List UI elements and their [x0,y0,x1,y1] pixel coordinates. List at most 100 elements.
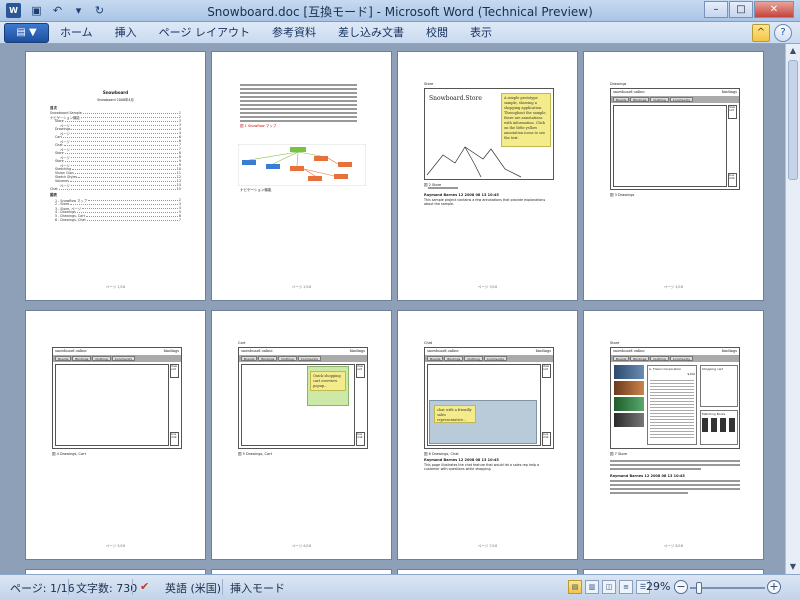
product-thumb [614,413,644,427]
title-bar: W ▣ ↶ ▾ ↻ Snowboard.doc [互換モード] - Micros… [0,0,800,22]
mockup-header: snowboard online bindings [427,349,551,353]
author-line: Raymond Barnes 12 2008 08 13 10:45 [610,474,685,478]
zoom-slider[interactable] [690,582,765,594]
zoom-slider-knob[interactable] [696,582,702,594]
insert-mode[interactable]: 挿入モード [230,580,285,596]
body-text: This sample project contains a few annot… [424,198,546,206]
zoom-out-button[interactable]: − [674,580,688,594]
scroll-thumb[interactable] [788,60,798,180]
tab-view[interactable]: 表示 [470,25,492,41]
mockup-header: snowboard online bindings [613,349,737,353]
store-mockup: snowboard online bindings Boards Bindings C… [52,347,182,449]
outline-view-icon[interactable]: ≡ [619,580,633,594]
flow-node [308,176,322,181]
figure-caption: 図 5 Drawings, Cart [238,452,272,456]
file-menu-button[interactable]: ▤ ▼ [4,23,49,43]
tab-insert[interactable]: 挿入 [115,25,137,41]
mockup-nav: Boards Bindings Clothing Community [611,355,739,362]
zoom-level[interactable]: 29% [646,580,670,593]
flow-node [290,166,304,171]
cart-popup: Quick shopping cart overview popup... [307,366,349,406]
web-layout-icon[interactable]: ◫ [602,580,616,594]
page-4[interactable]: Drawings snowboard online bindings Boards… [583,51,764,301]
page-footer: ページ 5/16 [105,544,126,548]
section-heading: Store [424,82,434,86]
page-indicator[interactable]: ページ: 1/16 [10,580,75,596]
toc-entry[interactable]: Chat 15 [50,187,181,191]
section-heading: ナビゲーション機能 [240,188,272,192]
page-3[interactable]: Store Snowboard.Store A simple prototype… [397,51,578,301]
flow-node [334,174,348,179]
word-count[interactable]: 文字数: 730 [76,580,137,596]
mockup-body [613,105,727,187]
body-text-lines: Raymond Barnes 12 2008 08 13 10:45 [610,458,740,496]
full-screen-reading-icon[interactable]: ▥ [585,580,599,594]
annotation-note[interactable]: A simple prototype sample, showing a sho… [501,93,551,147]
product-description [650,378,694,438]
ribbon-tab-bar: ▤ ▼ ホーム 挿入 ページ レイアウト 参考資料 差し込み文書 校閲 表示 ^… [0,22,800,44]
figure-entry[interactable]: 6 - Drawings, Chat 7 [50,218,181,222]
page-footer: ページ 7/16 [477,544,498,548]
mockup-live-chat: Live chat [542,432,551,446]
page-footer: ページ 3/16 [477,285,498,289]
tab-home[interactable]: ホーム [60,25,93,41]
tab-review[interactable]: 校閲 [426,25,448,41]
matching-boots-box: Matching Boots [700,410,738,445]
page-footer: ページ 6/16 [291,544,312,548]
tab-references[interactable]: 参考資料 [272,25,316,41]
page-1[interactable]: Snowboard Snowboard 2008年4月 目次 Snowboard… [25,51,206,301]
mockup-view-cart: View cart [356,364,365,378]
annotation-note[interactable]: Quick shopping cart overview popup... [310,371,346,391]
proofing-icon[interactable]: ✔ [140,580,149,593]
store-mockup: snowboard online bindings Boards Bindings C… [238,347,368,449]
annotation-note[interactable]: chat with a friendly sales representativ… [434,405,476,423]
flow-node [290,147,306,152]
mockup-view-cart: View cart [728,105,737,119]
maximize-button[interactable]: □ [729,1,753,18]
zoom-in-button[interactable]: + [767,580,781,594]
figure-caption: 図 6 Drawings, Chat [424,452,459,456]
mockup-nav: Boards Bindings Clothing Community [611,96,739,103]
page-8[interactable]: Store snowboard online bindings Boards Bin… [583,310,764,560]
page-2[interactable]: 図 1 Snowflow マップ ナビゲーション機能 ページ 2/16 [211,51,392,301]
store-sketch: Snowboard.Store A simple prototype sampl… [424,88,554,180]
figure-caption: 図 1 Snowflow マップ [240,124,277,128]
minimize-button[interactable]: – [704,1,728,18]
tab-mailings[interactable]: 差し込み文書 [338,25,404,41]
flow-node [242,160,256,165]
mockup-live-chat: Live chat [728,173,737,187]
scroll-down-icon[interactable]: ▼ [786,560,800,574]
figure-caption: 図 7 Store [610,452,628,456]
status-bar: ページ: 1/16 文字数: 730 ✔ 英語 (米国) 挿入モード ▤ ▥ ◫… [0,574,800,600]
flow-node [338,162,352,167]
file-menu-icon: ▤ [16,27,29,38]
flow-node [266,164,280,169]
author-line: Raymond Barnes 12 2008 08 13 10:45 [424,458,499,462]
close-button[interactable]: ✕ [754,1,794,18]
mockup-live-chat: Live chat [356,432,365,446]
product-thumb [614,397,644,411]
page-footer: ページ 4/16 [663,285,684,289]
figure-caption: 図 3 Drawings [610,193,635,197]
scroll-up-icon[interactable]: ▲ [786,44,800,58]
mockup-live-chat: Live chat [170,432,179,446]
tab-page-layout[interactable]: ページ レイアウト [159,25,250,41]
product-detail: A. Tiwlon Corporation $100 [647,365,697,445]
ribbon-collapse-icon[interactable]: ^ [752,24,770,42]
window-controls: – □ ✕ [704,1,794,18]
product-price: $100 [687,372,695,376]
mockup-nav: Boards Bindings Clothing Community [53,355,181,362]
help-icon[interactable]: ? [774,24,792,42]
flow-node [314,156,328,161]
language-indicator[interactable]: 英語 (米国) [165,580,221,596]
vertical-scrollbar[interactable]: ▲ ▼ [785,44,800,574]
page-6[interactable]: Cart snowboard online bindings Boards Bind… [211,310,392,560]
print-layout-view-icon[interactable]: ▤ [568,580,582,594]
page-7[interactable]: Chat snowboard online bindings Boards Bind… [397,310,578,560]
figure-caption: 図 4 Drawings, Cart [52,452,86,456]
document-area[interactable]: Snowboard Snowboard 2008年4月 目次 Snowboard… [0,44,785,574]
page-5[interactable]: snowboard online bindings Boards Bindings C… [25,310,206,560]
mockup-header: snowboard online bindings [613,90,737,94]
chat-panel: chat with a friendly sales representativ… [429,400,537,444]
mockup-nav: Boards Bindings Clothing Community [239,355,367,362]
